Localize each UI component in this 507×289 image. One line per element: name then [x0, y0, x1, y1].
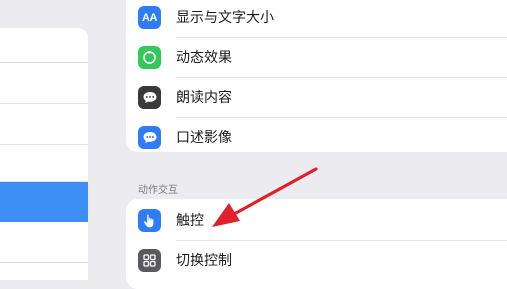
sidebar-item[interactable] [0, 145, 88, 182]
row-audio-descriptions[interactable]: 口述影像 [126, 118, 507, 152]
row-display-text-size[interactable]: AA 显示与文字大小 [126, 0, 507, 38]
sidebar-item[interactable] [0, 28, 88, 63]
sidebar-item-accessibility-selected[interactable] [0, 182, 88, 222]
speech-bubble-icon: ••• [138, 86, 161, 109]
text-size-icon: AA [138, 6, 161, 29]
row-label: 显示与文字大小 [176, 10, 274, 26]
row-label: 切换控制 [176, 253, 232, 269]
row-switch-control[interactable]: 切换控制 [126, 241, 507, 281]
hand-tap-icon [138, 209, 161, 232]
sidebar-list [0, 28, 88, 280]
row-spoken-content[interactable]: ••• 朗读内容 [126, 78, 507, 118]
sidebar-item[interactable] [0, 104, 88, 145]
sidebar-item[interactable] [0, 222, 88, 263]
row-label: 动态效果 [176, 50, 232, 66]
motion-icon [138, 46, 161, 69]
interaction-settings-group: 触控 切换控制 [126, 199, 507, 289]
vision-settings-group: AA 显示与文字大小 动态效果 ••• 朗读内容 口述影像 [126, 0, 507, 152]
section-header-interaction: 动作交互 [138, 185, 178, 196]
svg-text:•••: ••• [145, 95, 155, 101]
row-label: 口述影像 [176, 130, 232, 146]
audio-description-icon [138, 126, 161, 149]
sidebar [0, 0, 100, 280]
row-touch[interactable]: 触控 [126, 201, 507, 241]
switch-control-grid-icon [138, 249, 161, 272]
row-label: 朗读内容 [176, 90, 232, 106]
row-motion[interactable]: 动态效果 [126, 38, 507, 78]
sidebar-item[interactable] [0, 63, 88, 104]
row-label: 触控 [176, 213, 204, 229]
